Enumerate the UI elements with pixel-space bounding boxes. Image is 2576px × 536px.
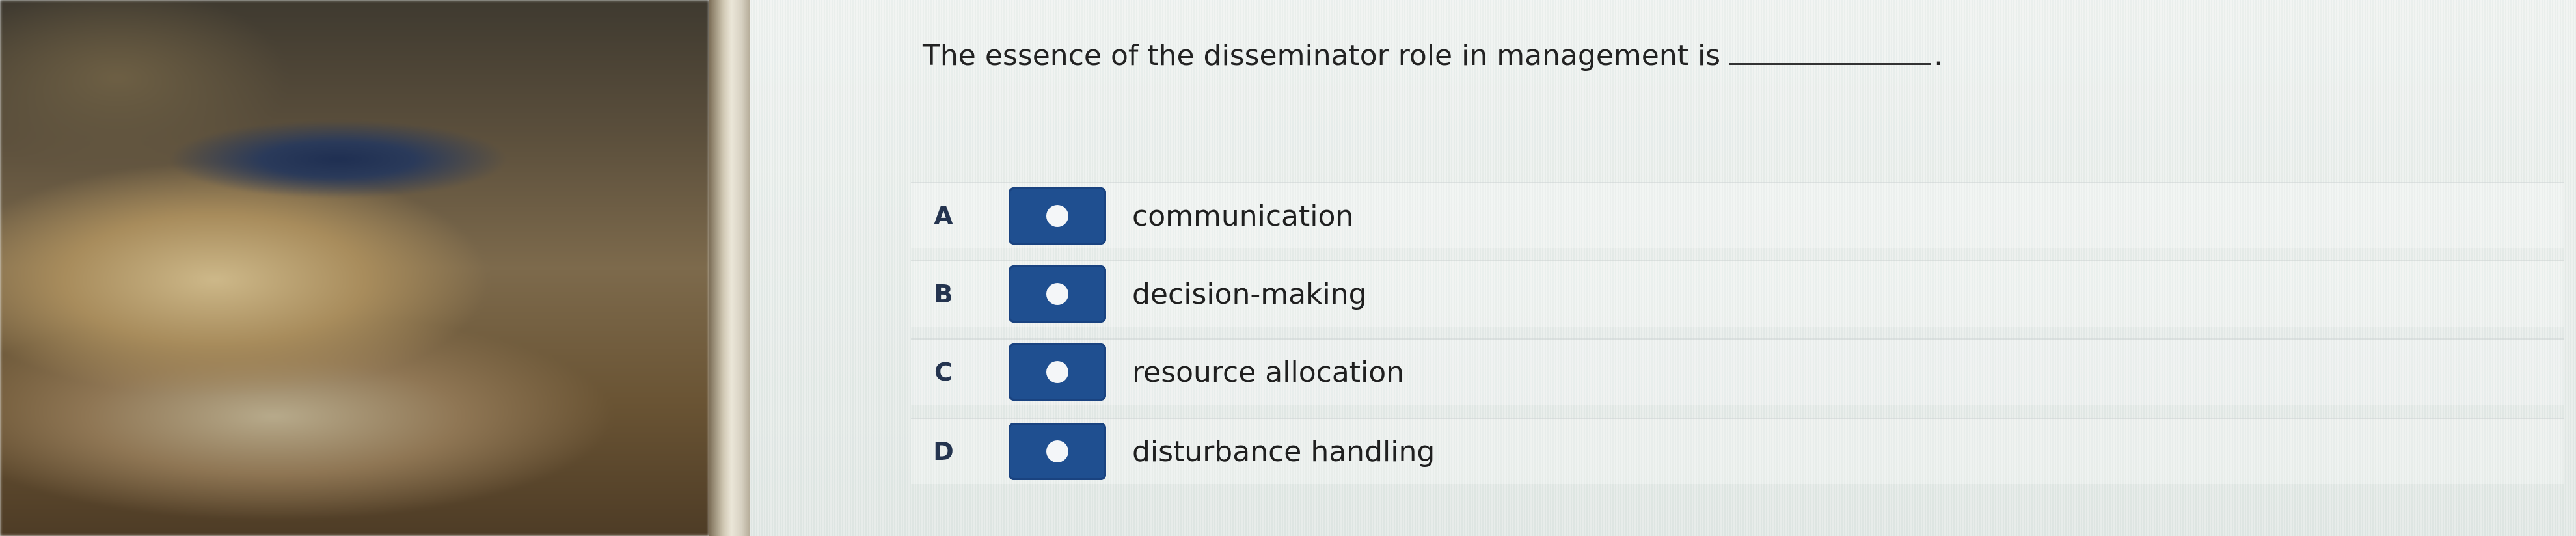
- option-radio-button[interactable]: [1009, 265, 1106, 323]
- option-label: disturbance handling: [1132, 435, 1435, 468]
- monitor-bezel: [709, 0, 750, 536]
- option-label: communication: [1132, 199, 1354, 233]
- option-letter: A: [934, 202, 953, 230]
- question-period: .: [1934, 39, 1944, 72]
- option-label: decision-making: [1132, 277, 1367, 311]
- question-text: The essence of the disseminator role in …: [923, 39, 1721, 72]
- question-prompt: The essence of the disseminator role in …: [923, 39, 1943, 72]
- radio-dot-icon: [1046, 361, 1068, 383]
- radio-dot-icon: [1046, 283, 1068, 305]
- option-a[interactable]: A communication: [911, 182, 2564, 248]
- background-photo: [0, 0, 709, 536]
- option-d[interactable]: D disturbance handling: [911, 418, 2564, 484]
- option-radio-button[interactable]: [1009, 343, 1106, 401]
- radio-dot-icon: [1046, 205, 1068, 227]
- radio-dot-icon: [1046, 440, 1068, 462]
- option-c[interactable]: C resource allocation: [911, 338, 2564, 405]
- option-radio-button[interactable]: [1009, 187, 1106, 245]
- answer-blank: [1729, 57, 1932, 65]
- option-b[interactable]: B decision-making: [911, 260, 2564, 327]
- option-letter: C: [934, 358, 953, 386]
- option-letter: B: [934, 280, 953, 308]
- option-radio-button[interactable]: [1009, 423, 1106, 480]
- option-letter: D: [933, 437, 954, 466]
- option-label: resource allocation: [1132, 355, 1405, 389]
